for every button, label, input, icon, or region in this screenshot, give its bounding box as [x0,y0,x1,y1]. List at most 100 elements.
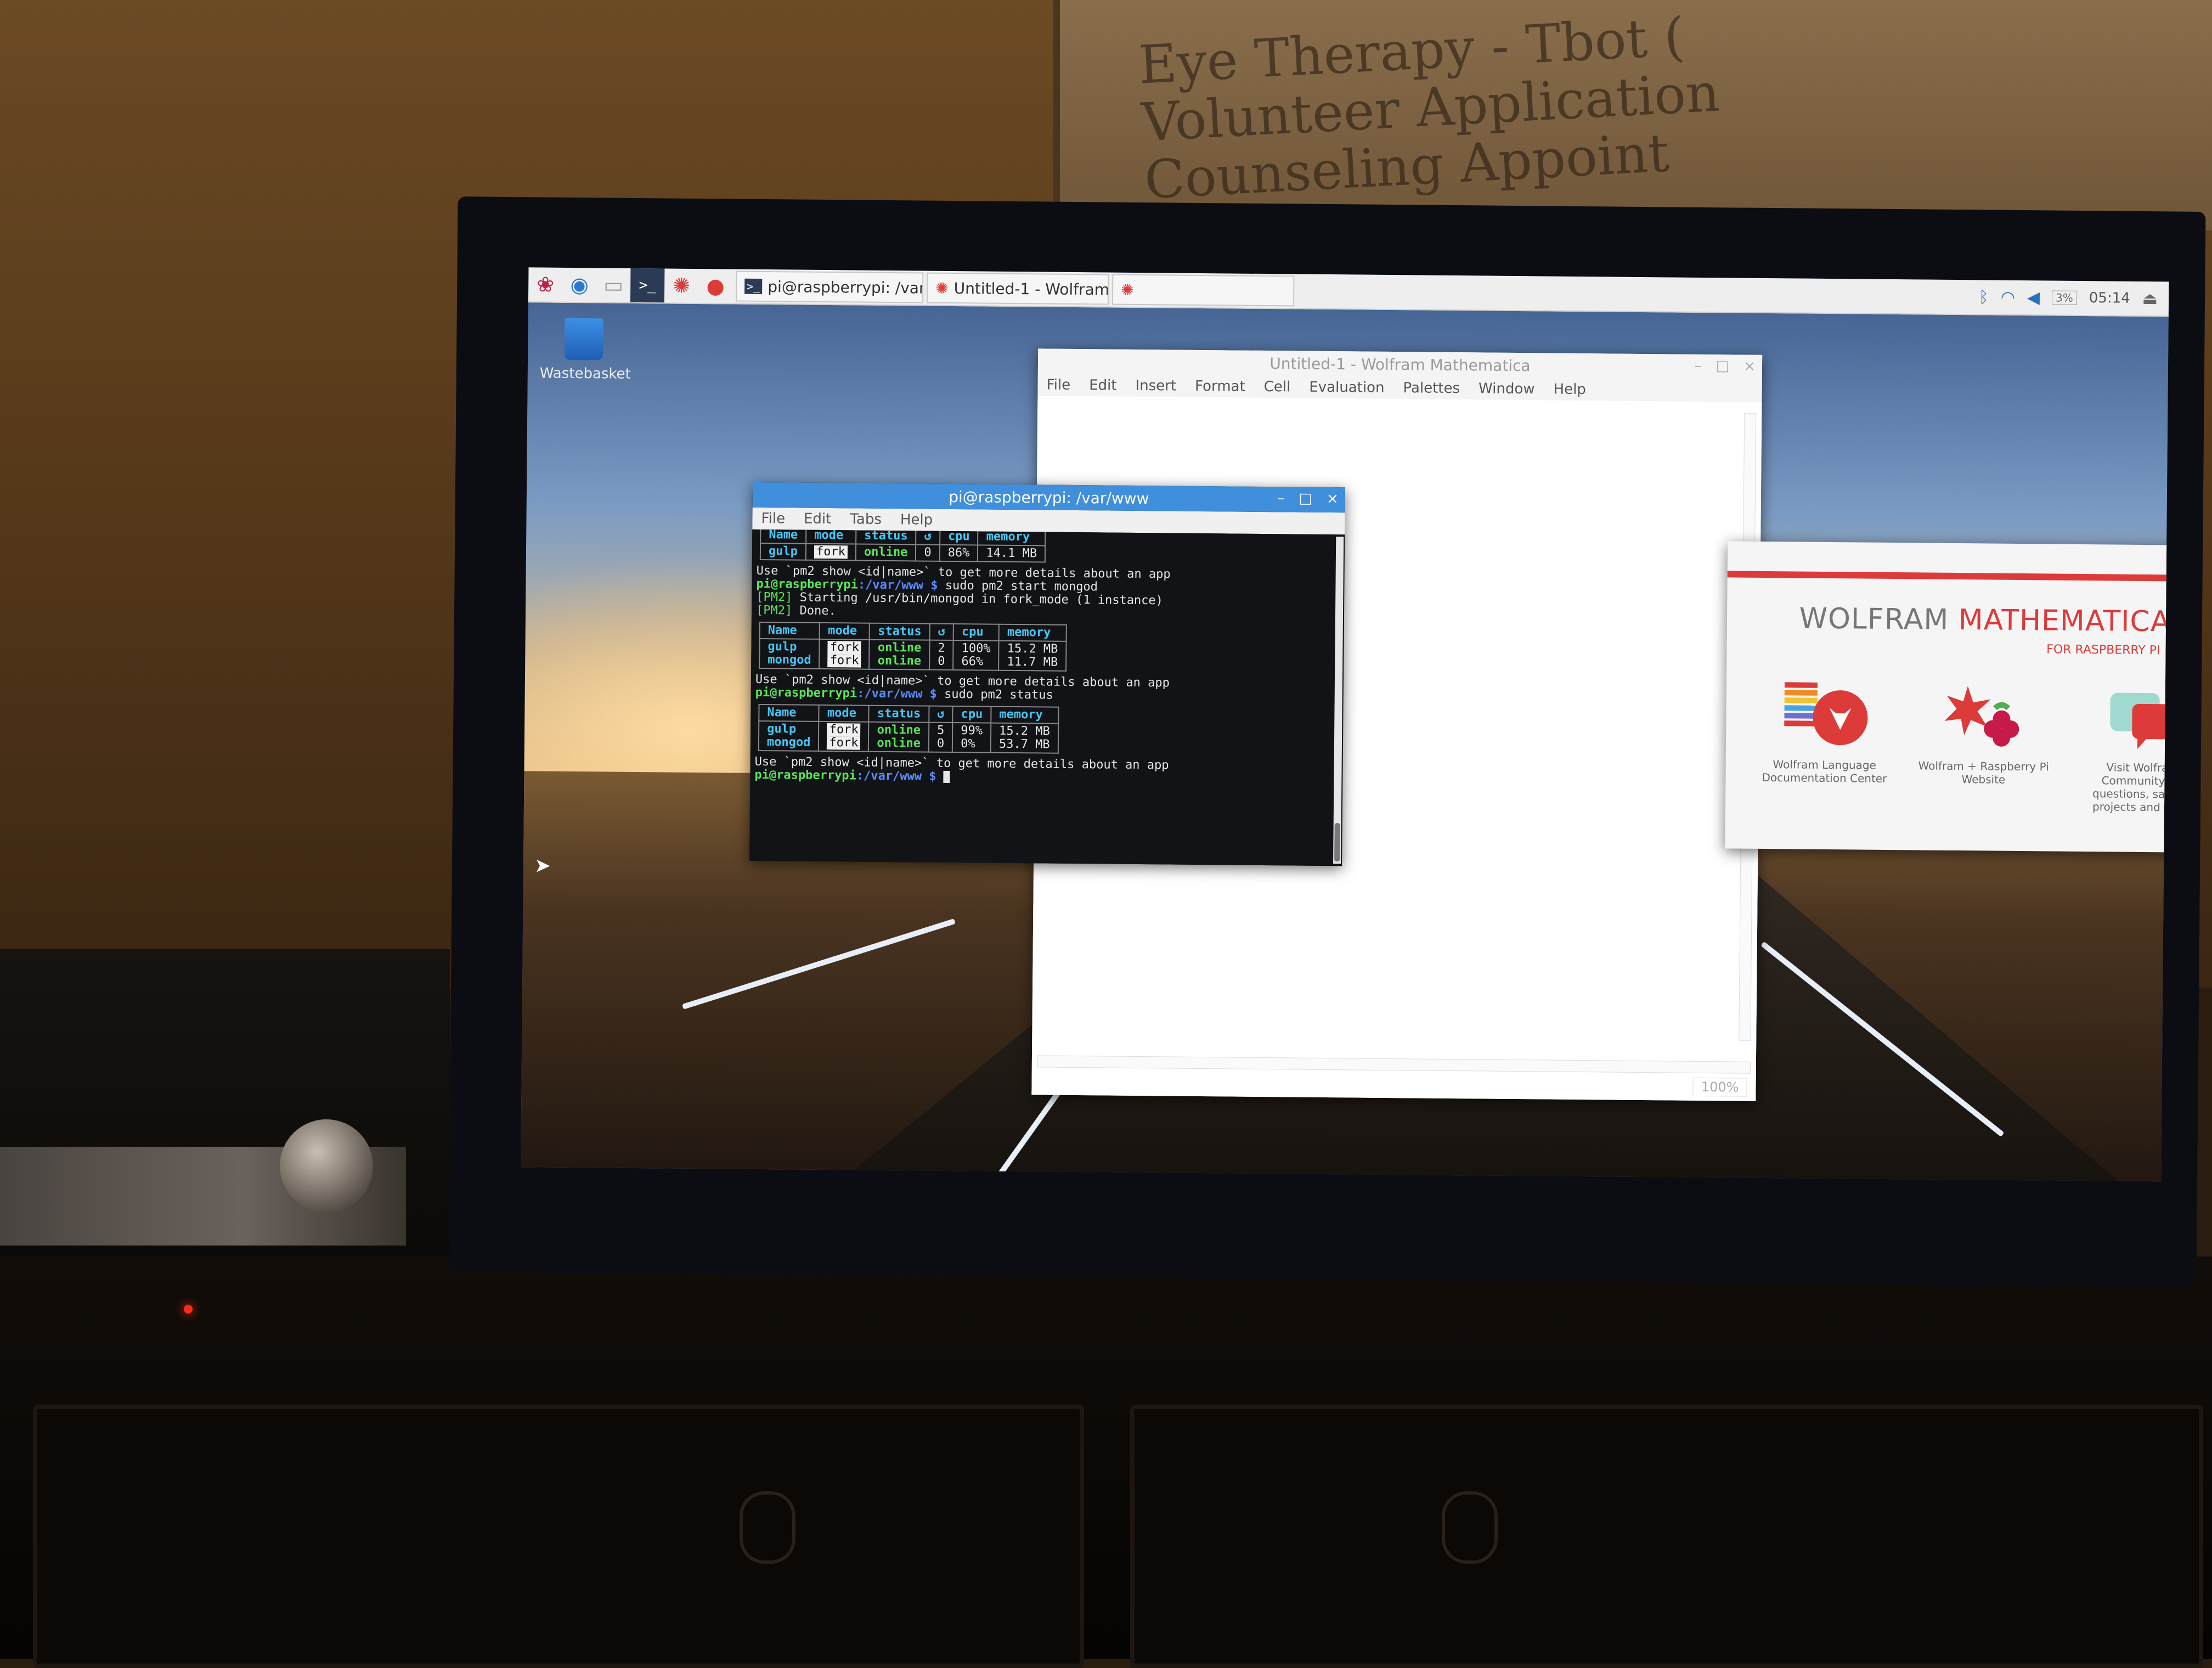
terminal-output[interactable]: Name mode status ↺ cpu memory gulp fork … [749,529,1334,866]
raspberry-website-tile[interactable]: Wolfram + Raspberry Pi Website [1917,680,2050,786]
trash-icon [565,318,603,360]
column-header: status [868,705,929,723]
mathematica-welcome-window: – □ × WOLFRAM MATHEMATICA FOR RASPBERRY … [1725,541,2169,853]
wolfram-icon: ✺ [935,279,949,297]
window-controls: – □ × [1277,490,1339,507]
task-label: pi@raspberrypi: /var/... [768,277,924,297]
volume-icon[interactable]: ◀ [2027,288,2040,307]
cpu-monitor: 3% [2051,290,2077,305]
column-header: memory [991,706,1059,724]
menu-window[interactable]: Window [1479,380,1535,397]
menu-format[interactable]: Format [1195,378,1245,395]
window-title: Untitled-1 - Wolfram Mathematica [1269,354,1531,375]
bluetooth-icon[interactable]: ᛒ [1979,288,1989,307]
menu-palettes[interactable]: Palettes [1403,380,1460,397]
minimize-icon[interactable]: – [1694,358,1701,374]
table-row: gulp mongod fork fork online online 20 100%… [759,638,1066,671]
globe-icon[interactable]: ◉ [562,268,597,302]
raspberry-wolfram-icon [1940,680,2028,752]
column-header: status [870,623,930,640]
menu-help[interactable]: Help [1553,381,1586,398]
power-led [184,1305,193,1314]
column-header: ↺ [916,529,940,545]
process-restarts: 0 [916,544,940,561]
terminal-window: pi@raspberrypi: /var/www – □ × File Edit… [749,482,1346,866]
minimize-icon[interactable]: – [1277,490,1284,506]
welcome-subtitle: FOR RASPBERRY PI [2046,643,2160,658]
close-icon[interactable]: × [1327,491,1339,507]
table-row: gulp fork online 0 86% 14.1 MB [760,543,1046,562]
system-tray: ᛒ ◠ ◀ 3% 05:14 ⏏ [1979,288,2169,308]
tile-label: Wolfram Language Documentation Center [1762,758,1887,785]
wolfram-icon[interactable]: ✺ [664,268,699,303]
column-header: Name [760,529,806,544]
column-header: cpu [953,624,1000,641]
menu-insert[interactable]: Insert [1135,377,1176,395]
raspberry-icon[interactable]: ❀ [528,267,563,302]
column-header: memory [978,529,1046,546]
terminal-scrollbar[interactable] [1333,537,1344,864]
wolf-icon[interactable]: ● [698,269,733,303]
process-status: online online [868,722,929,752]
mouse-pointer-icon: ➤ [534,854,551,877]
window-title: pi@raspberrypi: /var/www [949,487,1149,508]
task-terminal[interactable]: >_ pi@raspberrypi: /var/... [735,271,924,303]
pm2-table: Name mode status ↺ cpu memory gulp mongod… [758,704,1059,754]
cabinet-door-right [1130,1405,2203,1668]
eject-icon[interactable]: ⏏ [2142,289,2158,308]
wifi-icon[interactable]: ◠ [2001,288,2015,307]
process-status: online online [869,639,930,670]
menu-tabs[interactable]: Tabs [850,511,882,528]
tile-label: Wolfram + Raspberry Pi Website [1918,759,2049,786]
process-name: gulp [760,543,806,560]
clock[interactable]: 05:14 [2089,290,2130,307]
community-icon [2099,681,2169,753]
table-row: gulp mongod fork fork online online 50 99% 0… [758,720,1058,753]
terminal-titlebar[interactable]: pi@raspberrypi: /var/www – □ × [752,482,1346,513]
scrollbar-thumb[interactable] [1334,823,1340,862]
process-memory: 14.1 MB [978,545,1046,562]
task-mathematica-welcome[interactable]: ✺ [1111,274,1295,307]
maximize-icon[interactable]: □ [1299,491,1312,507]
process-restarts: 50 [928,722,953,753]
column-header: cpu [939,529,978,545]
process-mode: fork fork [819,639,870,669]
menu-help[interactable]: Help [900,511,933,528]
monitor: ❀ ◉ ▭ >_ ✺ ● >_ pi@raspberrypi: /var/...… [448,196,2206,1287]
maximize-icon[interactable]: □ [1716,358,1729,374]
process-memory: 15.2 MB 53.7 MB [990,723,1058,753]
wastebasket-desktop-icon[interactable]: Wastebasket [539,318,631,382]
process-name: gulp mongod [759,638,820,669]
horizontal-scrollbar[interactable] [1037,1055,1751,1074]
column-header: status [856,529,916,545]
cabinet-handle [1442,1491,1498,1564]
cabinet-door-left [33,1405,1084,1668]
process-cpu: 99% 0% [952,723,991,753]
volume-knob [280,1119,373,1213]
column-header: mode [820,622,870,640]
menu-evaluation[interactable]: Evaluation [1309,379,1384,396]
terminal-icon[interactable]: >_ [630,268,665,303]
table-header-row: Name mode status ↺ cpu memory [759,622,1066,641]
menu-edit[interactable]: Edit [804,511,832,527]
close-icon[interactable]: × [1743,358,1756,375]
documentation-tile[interactable]: Wolfram Language Documentation Center [1758,679,1891,785]
column-header: memory [998,624,1066,641]
process-status: online [855,544,916,561]
wastebasket-label: Wastebasket [539,365,631,382]
wolfram-icon: ✺ [1121,280,1134,299]
menu-file[interactable]: File [1047,377,1071,393]
menu-edit[interactable]: Edit [1089,377,1117,393]
column-header: mode [806,529,856,544]
process-name: gulp mongod [758,720,819,751]
cabinet-handle [740,1491,795,1564]
task-mathematica[interactable]: ✺ Untitled-1 - Wolfram ... [926,272,1109,305]
menu-cell[interactable]: Cell [1264,379,1291,395]
table-header-row: Name mode status ↺ cpu memory [759,704,1059,724]
process-cpu: 100% 66% [953,640,999,670]
community-tile[interactable]: Visit Wolfram Community for questions, s… [2076,681,2169,814]
zoom-level[interactable]: 100% [1692,1077,1747,1097]
text-cursor [943,770,950,784]
menu-file[interactable]: File [761,510,785,527]
folder-icon[interactable]: ▭ [596,268,631,302]
